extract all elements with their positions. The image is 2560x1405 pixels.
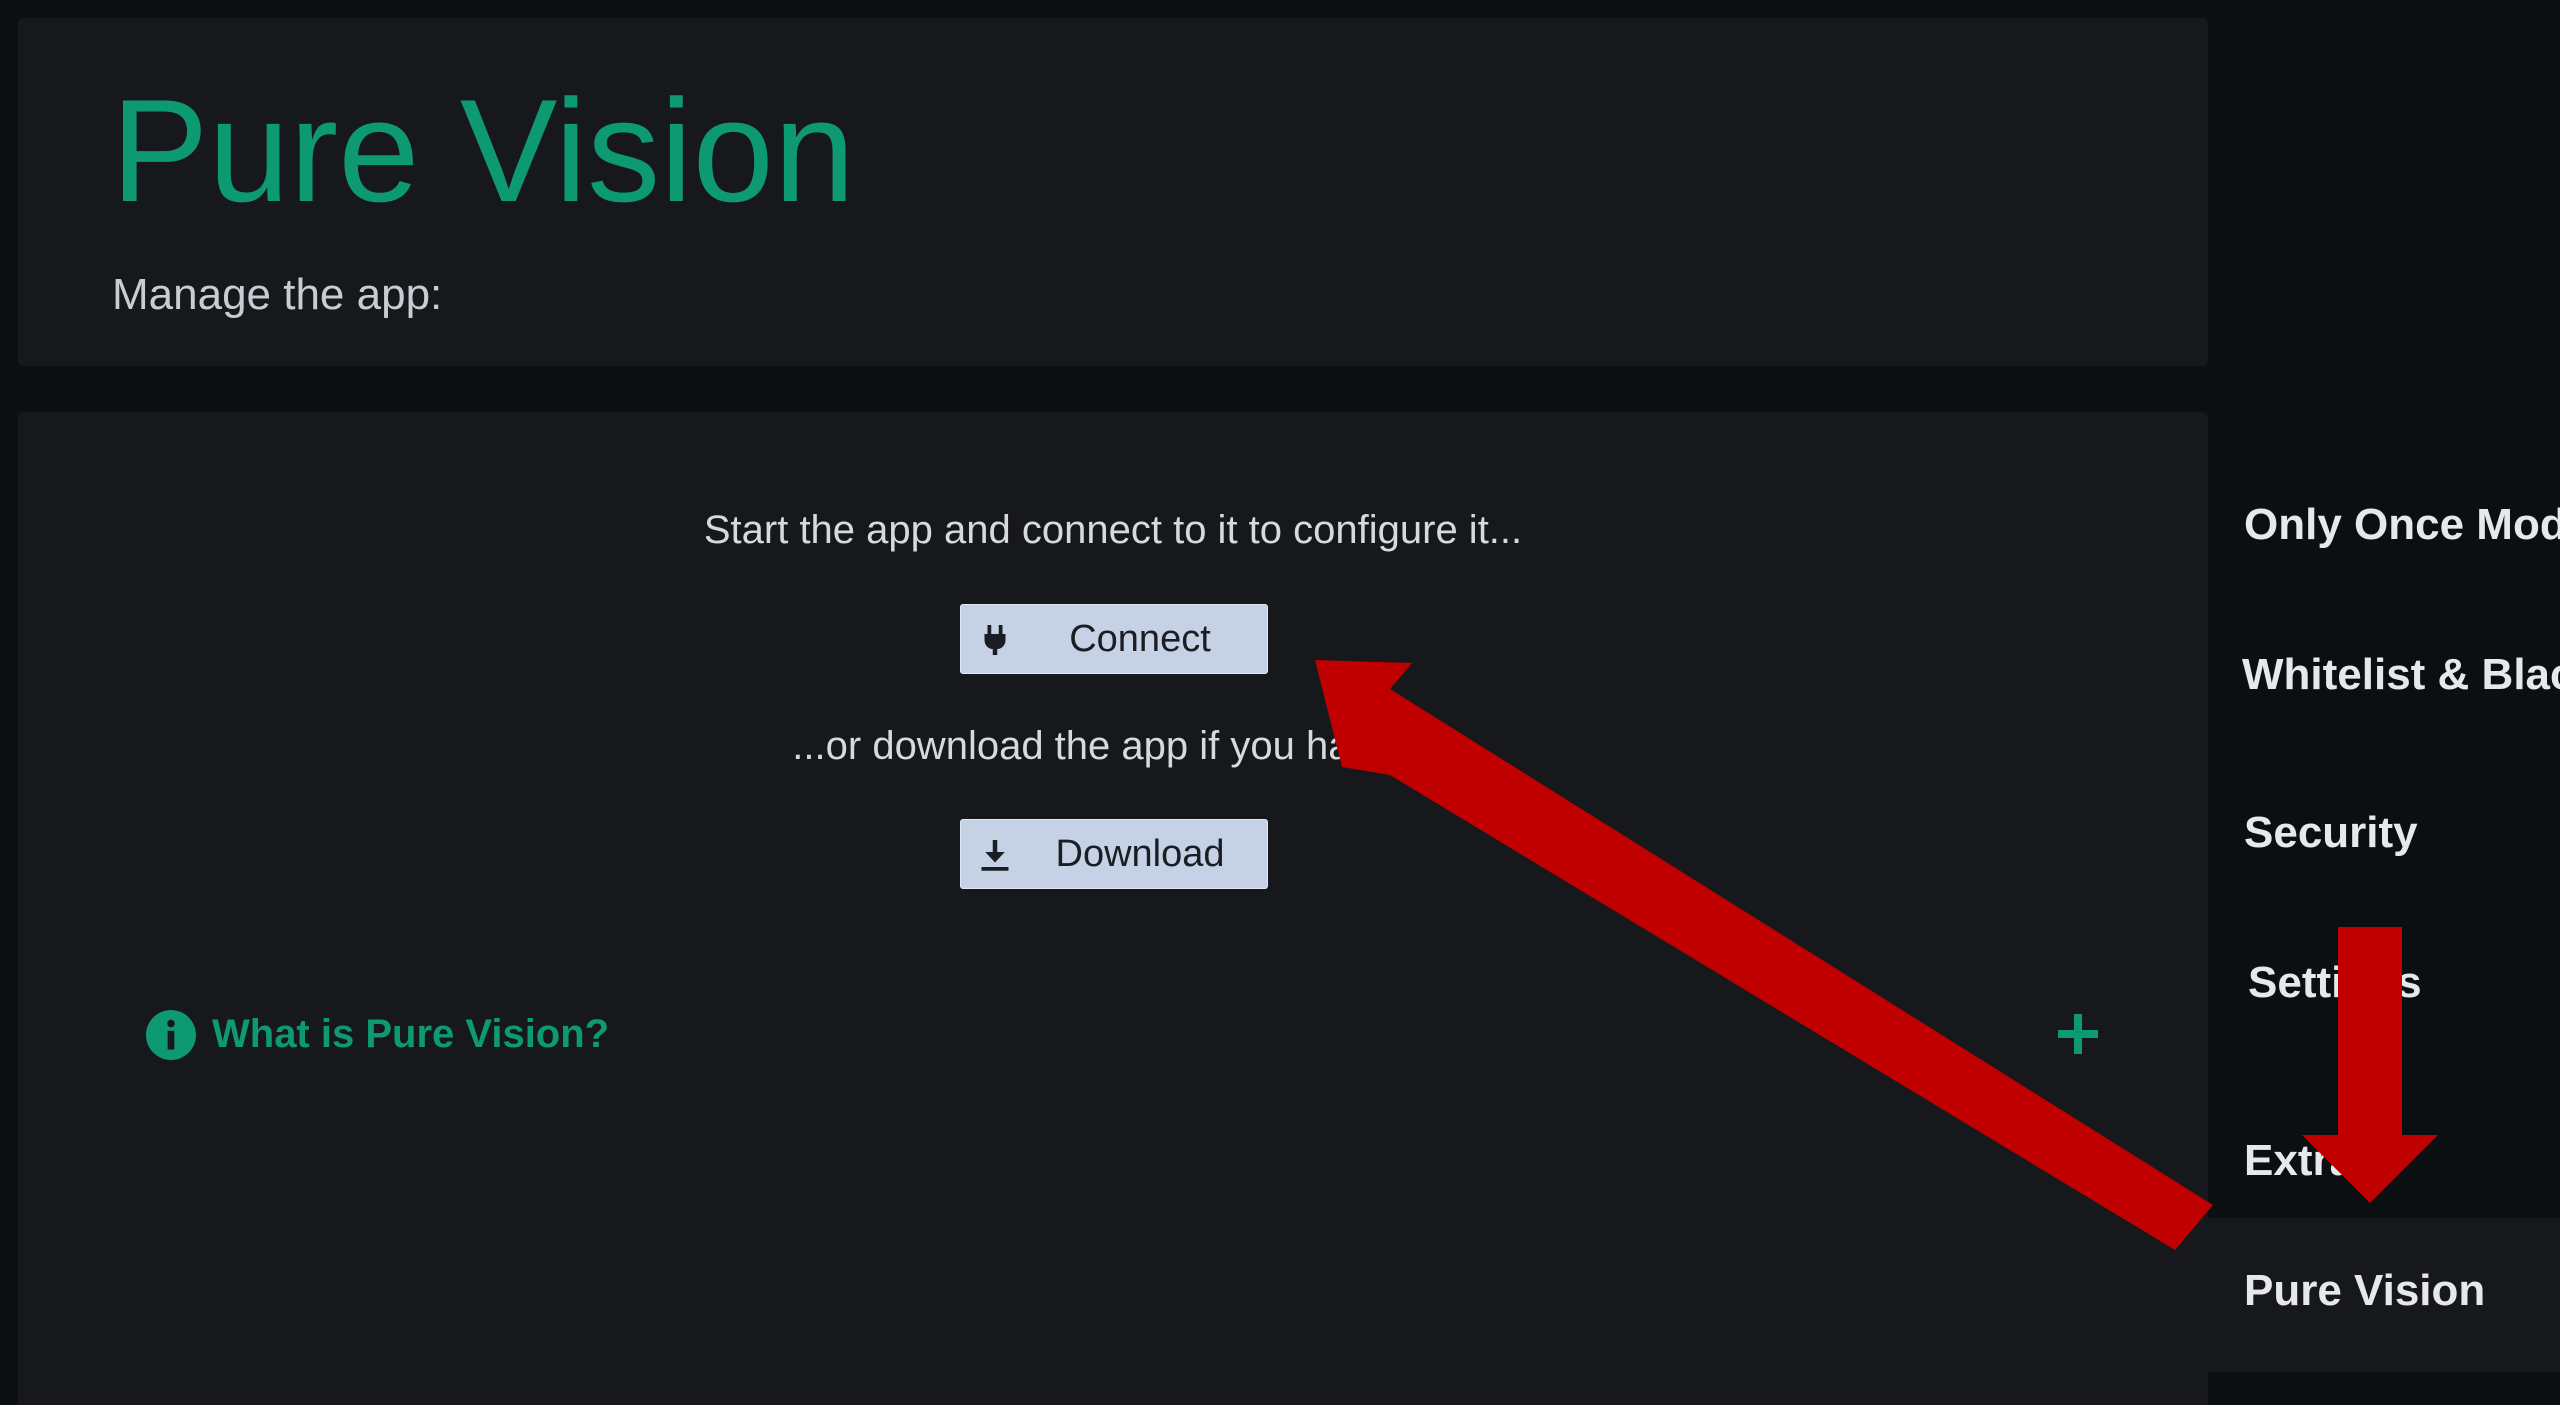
plus-icon[interactable] [2054,1010,2102,1058]
app-window: Pure Vision Manage the app: Start the ap… [0,0,2560,1405]
sidebar-item-settings[interactable]: Settings [2208,930,2560,1030]
connect-button-label: Connect [1069,618,1211,660]
sidebar-item-label: Whitelist & Blacklist [2242,650,2560,699]
page-title: Pure Vision [111,69,855,232]
download-button[interactable]: Download [960,819,1268,889]
sidebar-item-extras[interactable]: Extras [2208,1108,2560,1208]
page-subtitle: Manage the app: [112,270,443,319]
sidebar-item-label: Extras [2244,1136,2379,1185]
download-button-label: Download [1055,833,1225,875]
sidebar-item-label: Only Once Mode [2244,500,2560,549]
faq-title: What is Pure Vision? [212,1012,610,1056]
sidebar-item-whitelist-blacklist[interactable]: Whitelist & Blacklist [2208,622,2560,722]
download-instructions: ...or download the app if you haven't [792,724,1434,768]
main-panel: Start the app and connect to it to confi… [18,412,2208,1405]
sidebar-item-label: Security [2244,808,2418,857]
sidebar-item-label: Settings [2248,958,2422,1007]
sidebar-item-pure-vision[interactable]: Pure Vision [2208,1218,2560,1372]
sidebar-item-label: Pure Vision [2244,1266,2486,1315]
info-icon [146,1010,196,1060]
sidebar-nav: Only Once Mode Whitelist & Blacklist Sec… [2208,0,2560,1405]
sidebar-item-security[interactable]: Security [2208,780,2560,880]
faq-accordion-header[interactable]: What is Pure Vision? [126,1000,2116,1070]
header-panel: Pure Vision Manage the app: [18,18,2208,366]
sidebar-item-only-once-mode[interactable]: Only Once Mode [2208,472,2560,572]
download-icon [981,840,1009,871]
connect-instructions: Start the app and connect to it to confi… [703,508,1523,552]
connect-button[interactable]: Connect [960,604,1268,674]
plug-icon [984,625,1006,655]
